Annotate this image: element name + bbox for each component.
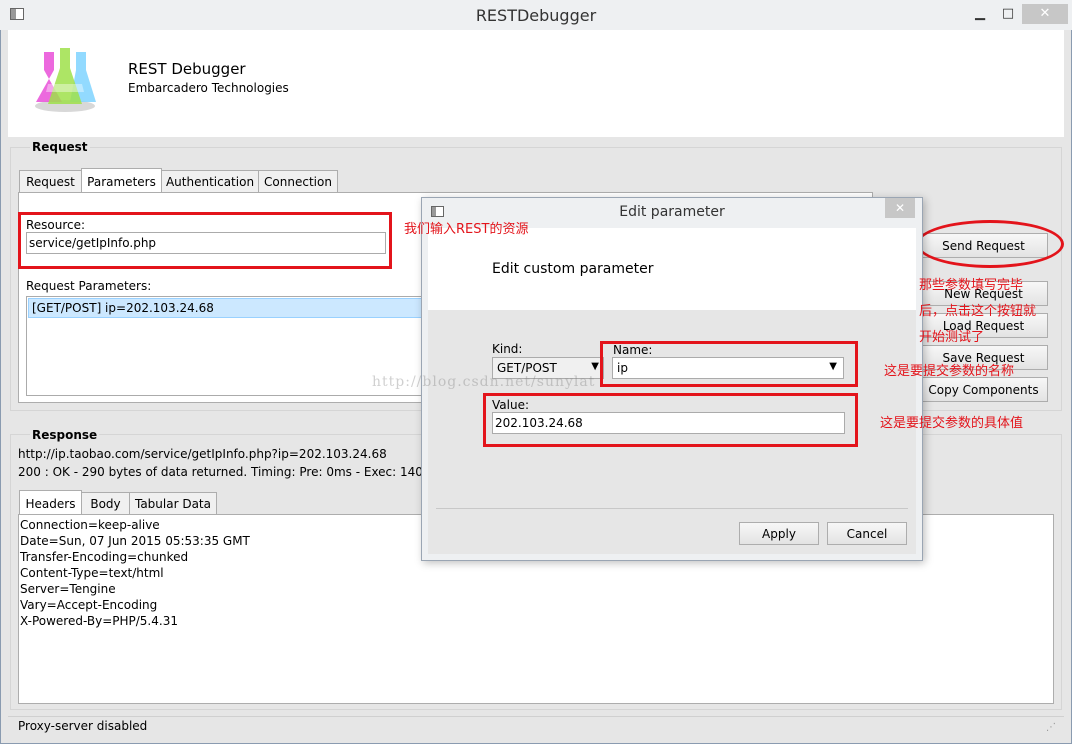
response-header-line: Transfer-Encoding=chunked	[20, 550, 189, 564]
send-request-highlight	[916, 220, 1064, 268]
resource-highlight	[18, 212, 392, 269]
maximize-button[interactable]: □	[994, 4, 1022, 24]
copy-components-button[interactable]: Copy Components	[919, 377, 1048, 402]
window-title: RESTDebugger	[475, 6, 597, 25]
tab-connection[interactable]: Connection	[258, 170, 338, 193]
tab-authentication[interactable]: Authentication	[161, 170, 259, 193]
tab-body[interactable]: Body	[81, 492, 130, 515]
app-name: REST Debugger	[128, 60, 246, 78]
request-params-label: Request Parameters:	[26, 279, 152, 293]
tab-parameters[interactable]: Parameters	[81, 168, 162, 194]
response-section-label: Response	[30, 428, 100, 442]
response-status: 200 : OK - 290 bytes of data returned. T…	[18, 465, 482, 479]
cancel-button[interactable]: Cancel	[827, 522, 907, 545]
response-header-line: Connection=keep-alive	[20, 518, 160, 532]
resize-grip-icon[interactable]: ⋰	[1046, 722, 1058, 734]
response-header-line: X-Powered-By=PHP/5.4.31	[20, 614, 178, 628]
dialog-divider	[436, 508, 908, 509]
close-button[interactable]: ✕	[1022, 4, 1068, 24]
param-list-item-text: [GET/POST] ip=202.103.24.68	[32, 301, 214, 315]
name-highlight	[600, 341, 858, 387]
response-header-line: Date=Sun, 07 Jun 2015 05:53:35 GMT	[20, 534, 250, 548]
dialog-heading: Edit custom parameter	[492, 261, 654, 277]
status-text: Proxy-server disabled	[18, 719, 148, 733]
response-header-line: Vary=Accept-Encoding	[20, 598, 158, 612]
annotation-name: 这是要提交参数的名称	[884, 364, 1015, 379]
tab-headers[interactable]: Headers	[19, 490, 82, 516]
annotation-resource: 我们输入REST的资源	[404, 222, 529, 237]
kind-value: GET/POST	[497, 361, 557, 375]
flask-logo-icon	[30, 44, 100, 114]
annotation-value: 这是要提交参数的具体值	[880, 416, 1024, 431]
company-name: Embarcadero Technologies	[128, 81, 289, 95]
tab-tabular-data[interactable]: Tabular Data	[129, 492, 217, 515]
apply-button[interactable]: Apply	[739, 522, 819, 545]
response-url: http://ip.taobao.com/service/getIpInfo.p…	[18, 447, 387, 461]
request-section-label: Request	[30, 140, 90, 154]
annotation-send-line2: 后，点击这个按钮就	[919, 304, 1037, 319]
value-highlight	[483, 393, 858, 447]
dialog-close-button[interactable]: ✕	[885, 198, 915, 218]
response-header-line: Content-Type=text/html	[20, 566, 164, 580]
param-list-item[interactable]: [GET/POST] ip=202.103.24.68	[28, 298, 424, 318]
chevron-down-icon: ▼	[591, 361, 599, 372]
annotation-send-line1: 那些参数填写完毕	[919, 278, 1024, 293]
minimize-button[interactable]: ▁	[966, 4, 994, 24]
annotation-send-line3: 开始测试了	[919, 330, 985, 345]
tab-request[interactable]: Request	[19, 170, 82, 193]
response-header-line: Server=Tengine	[20, 582, 116, 596]
kind-label: Kind:	[492, 342, 523, 356]
status-bar	[8, 716, 1064, 738]
watermark: http://blog.csdn.net/sunylat	[372, 374, 596, 390]
